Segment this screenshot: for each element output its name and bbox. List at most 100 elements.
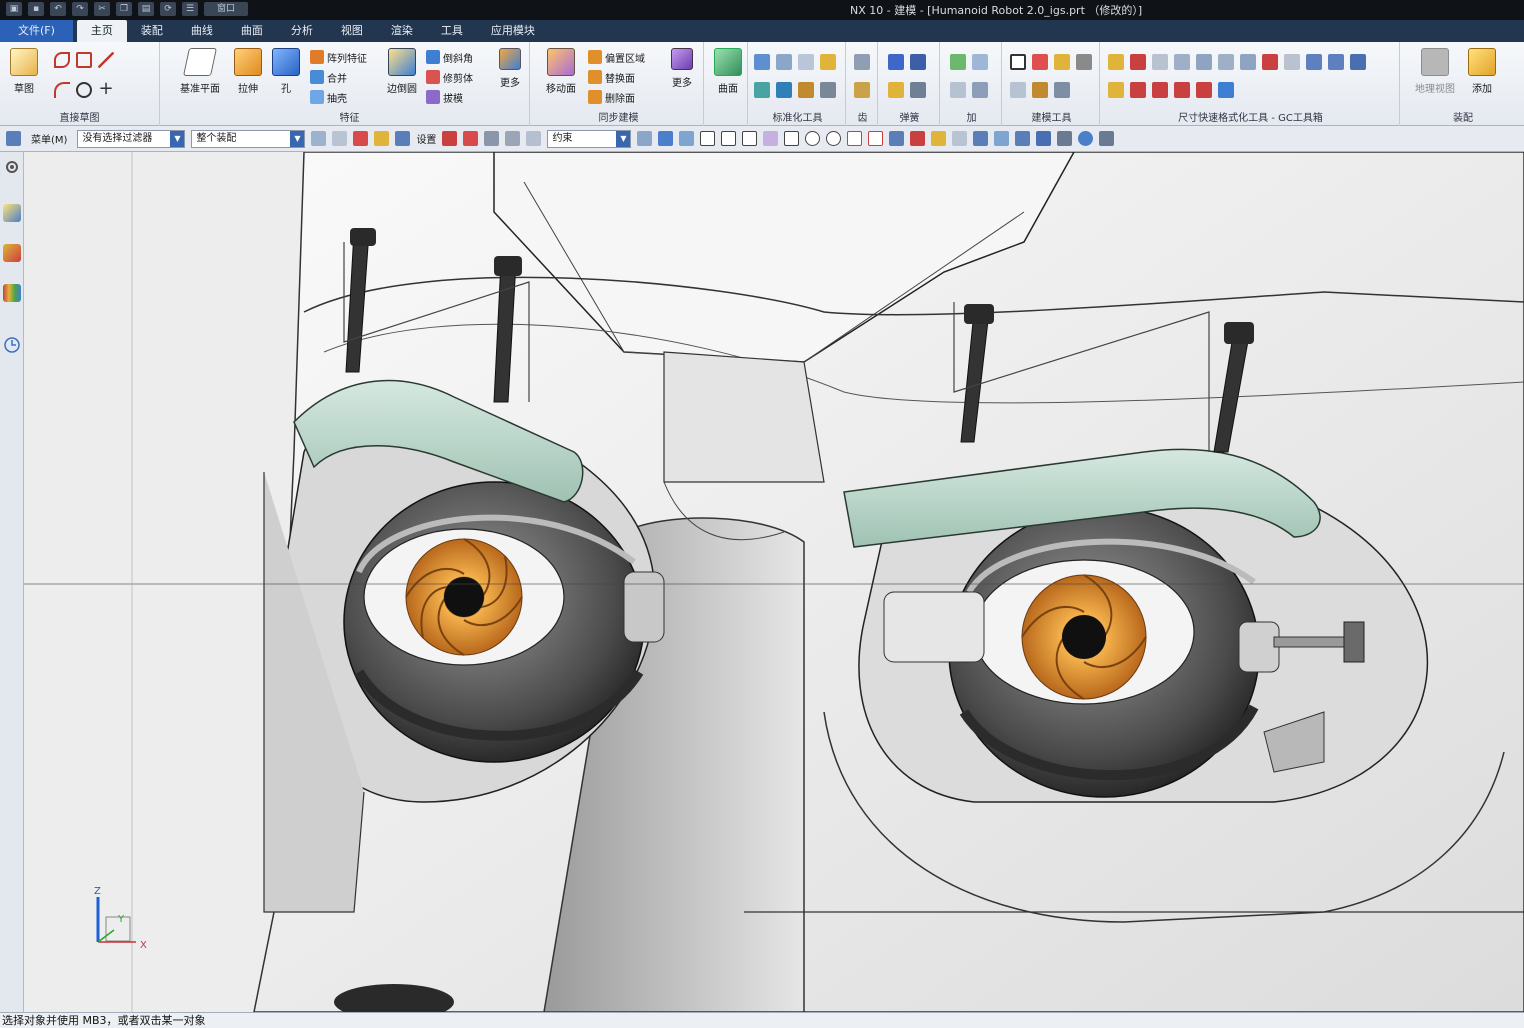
spring-disc-icon[interactable] [910, 82, 926, 98]
dim-tool-8-icon[interactable] [1262, 54, 1278, 70]
snap-add-icon[interactable] [463, 131, 479, 146]
tab-home[interactable]: 主页 [76, 20, 127, 42]
geographic-view-button[interactable]: 地理视图 [1410, 48, 1460, 95]
sheet-tool-icon[interactable] [798, 54, 814, 70]
spring-cylinder-icon[interactable] [888, 82, 904, 98]
trim-body-button[interactable]: 修剪体 [426, 68, 473, 86]
hole-button[interactable]: 孔 [266, 48, 306, 95]
intersection-icon[interactable] [763, 131, 779, 146]
tab-curve[interactable]: 曲线 [177, 20, 227, 42]
washer-tool-icon[interactable] [798, 82, 814, 98]
pin-tool-icon[interactable] [820, 82, 836, 98]
dim-tool-4-icon[interactable] [1174, 54, 1190, 70]
render-style-icon[interactable] [1036, 131, 1052, 146]
menu-button[interactable]: 菜单(M) [27, 129, 71, 148]
move-face-button[interactable]: 移动面 [538, 48, 584, 95]
rectangle-icon[interactable] [76, 52, 92, 68]
modeling-tool-3-icon[interactable] [1054, 54, 1070, 70]
cut-icon[interactable]: ✂ [94, 2, 110, 16]
datum-plane-button[interactable]: 基准平面 [172, 48, 228, 95]
shading-icon[interactable] [1057, 131, 1073, 146]
snap-arrow-icon[interactable] [484, 131, 500, 146]
profile-icon[interactable] [54, 52, 70, 68]
palette-icon[interactable] [3, 284, 21, 302]
addon-tool-2-icon[interactable] [972, 54, 988, 70]
gear-icon[interactable] [854, 54, 870, 70]
addon-tool-1-icon[interactable] [950, 54, 966, 70]
touch-mode-icon[interactable]: ☰ [182, 2, 198, 16]
line-icon[interactable] [98, 52, 114, 68]
tab-render[interactable]: 渲染 [377, 20, 427, 42]
dim-tool-3-icon[interactable] [1152, 54, 1168, 70]
surface-button[interactable]: 曲面 [708, 48, 748, 95]
dim-tool-6-icon[interactable] [1218, 54, 1234, 70]
end-point-icon[interactable] [679, 131, 695, 146]
dim-tool-9-icon[interactable] [1284, 54, 1300, 70]
tab-surface[interactable]: 曲面 [227, 20, 277, 42]
snap-box-icon[interactable] [526, 131, 542, 146]
zoom-window-icon[interactable] [973, 131, 989, 146]
snap-point-icon[interactable] [442, 131, 458, 146]
tab-applications[interactable]: 应用模块 [477, 20, 549, 42]
modeling-tool-5-icon[interactable] [1010, 82, 1026, 98]
graphics-viewport[interactable]: X Y Z [24, 152, 1524, 1012]
dim-tool-17-icon[interactable] [1196, 82, 1212, 98]
snap-line-icon[interactable] [505, 131, 521, 146]
dim-tool-18-icon[interactable] [1218, 82, 1234, 98]
slash-snap-icon[interactable] [868, 131, 884, 146]
dim-tool-5-icon[interactable] [1196, 54, 1212, 70]
robot-head-model[interactable]: X Y Z [24, 152, 1524, 1012]
circle-icon[interactable] [76, 82, 92, 98]
add-point-icon[interactable] [847, 131, 863, 146]
constraint-dropdown[interactable]: 约束 ▼ [547, 129, 632, 148]
modeling-tool-7-icon[interactable] [1054, 82, 1070, 98]
triangle-tool-icon[interactable] [1010, 54, 1026, 70]
stop-icon[interactable] [910, 131, 926, 146]
curve-snap-icon[interactable] [742, 131, 758, 146]
edge-blend-button[interactable]: 边倒圆 [382, 48, 422, 95]
grid-tool-icon[interactable] [754, 54, 770, 70]
fastener-tool-icon[interactable] [754, 82, 770, 98]
bolt-tool-icon[interactable] [820, 54, 836, 70]
unite-button[interactable]: 合并 [310, 68, 347, 86]
arc-icon[interactable] [54, 82, 70, 98]
select-filter-icon[interactable] [311, 131, 327, 146]
addon-tool-3-icon[interactable] [950, 82, 966, 98]
sync-more-button[interactable]: 更多 [662, 48, 702, 89]
dim-tool-7-icon[interactable] [1240, 54, 1256, 70]
window-switch-icon[interactable]: 窗口 [204, 2, 248, 16]
part-icon[interactable] [931, 131, 947, 146]
draft-button[interactable]: 拔模 [426, 88, 463, 106]
rotate-icon[interactable] [1015, 131, 1031, 146]
history-clock-icon[interactable] [3, 336, 21, 354]
chamfer-button[interactable]: 倒斜角 [426, 48, 473, 66]
part-navigator-icon[interactable] [3, 244, 21, 262]
mid-point-icon[interactable] [700, 131, 716, 146]
plus-snap-icon[interactable] [784, 131, 800, 146]
assembly-navigator-icon[interactable] [3, 204, 21, 222]
line-snap-icon[interactable] [721, 131, 737, 146]
dim-tool-16-icon[interactable] [1174, 82, 1190, 98]
general-selection-icon[interactable] [353, 131, 369, 146]
gear-modify-icon[interactable] [854, 82, 870, 98]
addon-tool-4-icon[interactable] [972, 82, 988, 98]
sphere-view-icon[interactable] [1078, 131, 1094, 146]
delete-face-button[interactable]: 删除面 [588, 88, 635, 106]
offset-region-button[interactable]: 偏置区域 [588, 48, 645, 66]
snap-settings-label[interactable]: 设置 [416, 131, 436, 146]
dim-tool-12-icon[interactable] [1350, 54, 1366, 70]
dim-tool-15-icon[interactable] [1152, 82, 1168, 98]
modeling-tool-2-icon[interactable] [1032, 54, 1048, 70]
dim-tool-11-icon[interactable] [1328, 54, 1344, 70]
dim-tool-14-icon[interactable] [1130, 82, 1146, 98]
frame-icon[interactable] [952, 131, 968, 146]
dim-tool-10-icon[interactable] [1306, 54, 1322, 70]
gear-icon[interactable] [3, 158, 21, 176]
spring-icon[interactable] [888, 54, 904, 70]
tab-file[interactable]: 文件(F) [0, 20, 73, 42]
tab-view[interactable]: 视图 [327, 20, 377, 42]
redo-icon[interactable]: ↷ [72, 2, 88, 16]
arc-center-icon[interactable] [805, 131, 821, 146]
visibility-icon[interactable] [1099, 131, 1115, 146]
modeling-tool-6-icon[interactable] [1032, 82, 1048, 98]
